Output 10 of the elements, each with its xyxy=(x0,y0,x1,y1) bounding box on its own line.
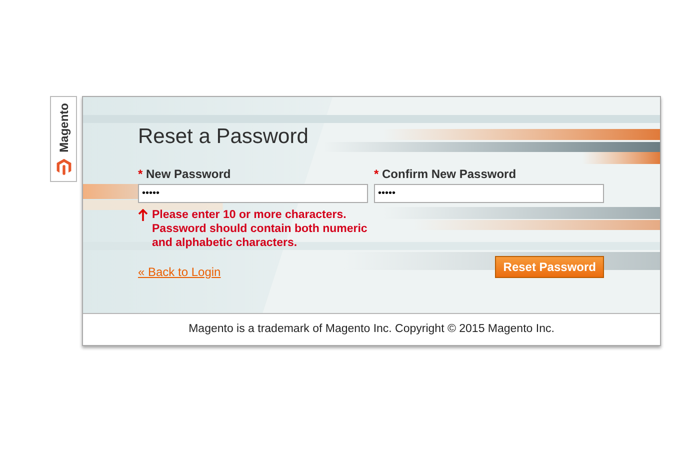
field-label: * Confirm New Password xyxy=(374,167,518,181)
password-field[interactable]: ••••• xyxy=(374,184,604,203)
footer-text: Magento is a trademark of Magento Inc. Copyright © 2015 Magento Inc. xyxy=(188,322,556,337)
field-label: * New Password xyxy=(138,167,232,181)
error-message: Please enter 10 or more characters. Password should contain both numeric and alphabetic characters. xyxy=(152,208,368,250)
logo-icon xyxy=(54,158,72,176)
brand-label: Magento xyxy=(56,103,70,152)
password-field[interactable]: ••••• xyxy=(138,184,368,203)
arrow-up-icon xyxy=(138,209,148,221)
page-title: Reset a Password xyxy=(138,124,310,150)
